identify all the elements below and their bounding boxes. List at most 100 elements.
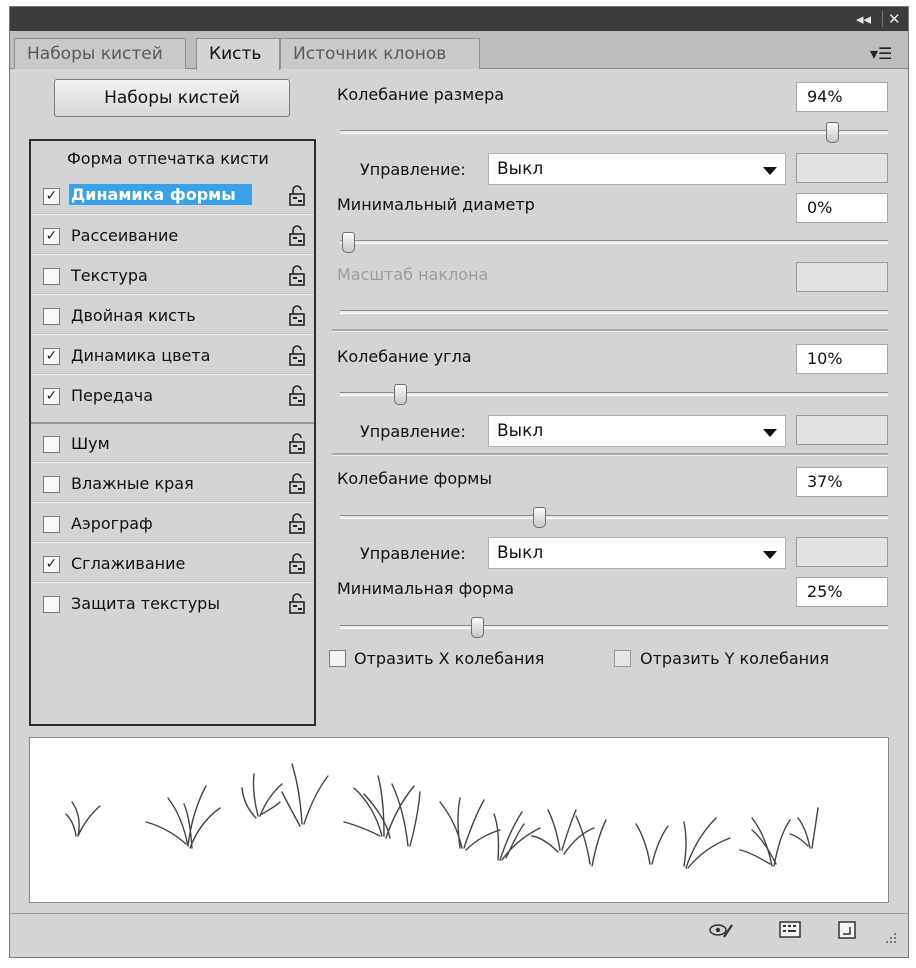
- option-protect-texture[interactable]: Защита текстуры: [31, 587, 314, 623]
- lock-icon[interactable]: [288, 593, 308, 615]
- option-transfer[interactable]: ✓ Передача: [31, 379, 314, 415]
- resize-grip-icon[interactable]: [880, 927, 898, 945]
- option-checkbox[interactable]: [43, 596, 60, 613]
- tilt-scale-field: [796, 262, 888, 292]
- brush-panel: ◂◂ ✕ Наборы кистей Кисть Источник клонов…: [9, 6, 909, 958]
- min-roundness-value[interactable]: 25%: [796, 577, 888, 607]
- min-diameter-slider[interactable]: [340, 232, 888, 253]
- flip-y-label: Отразить Y колебания: [640, 649, 830, 668]
- lock-icon[interactable]: [288, 345, 308, 367]
- flip-x-checkbox[interactable]: [329, 650, 346, 667]
- roundness-jitter-label: Колебание формы: [337, 469, 493, 488]
- lock-icon[interactable]: [288, 385, 308, 407]
- lock-icon[interactable]: [288, 305, 308, 327]
- new-preset-icon[interactable]: [834, 919, 860, 941]
- double-chevron-left-icon[interactable]: ◂◂: [856, 9, 871, 29]
- roundness-jitter-slider[interactable]: [340, 507, 888, 528]
- roundness-control-field[interactable]: [796, 537, 888, 567]
- row-divider: [31, 253, 314, 255]
- tab-brush-presets[interactable]: Наборы кистей: [14, 38, 186, 69]
- lock-icon[interactable]: [288, 225, 308, 247]
- panel-menu-icon[interactable]: ▾☰: [870, 44, 892, 63]
- tab-label: Источник клонов: [293, 44, 447, 64]
- flip-x-label: Отразить X колебания: [354, 649, 545, 668]
- lock-icon[interactable]: [288, 513, 308, 535]
- slider-thumb[interactable]: [470, 617, 484, 638]
- option-airbrush[interactable]: Аэрограф: [31, 507, 314, 543]
- slider-thumb[interactable]: [393, 384, 407, 405]
- slider-thumb[interactable]: [532, 507, 546, 528]
- roundness-control-select[interactable]: Выкл: [488, 537, 786, 569]
- option-checkbox[interactable]: [43, 308, 60, 325]
- tilt-scale-slider: [340, 310, 888, 314]
- size-jitter-label: Колебание размера: [337, 85, 505, 104]
- option-label: Шум: [71, 434, 110, 453]
- flip-y-checkbox[interactable]: [614, 650, 631, 667]
- brush-presets-button[interactable]: Наборы кистей: [54, 79, 290, 117]
- row-divider: [31, 213, 314, 215]
- option-label: Динамика формы: [69, 184, 252, 205]
- min-roundness-slider[interactable]: [340, 617, 888, 638]
- brush-tip-shape-item[interactable]: Форма отпечатка кисти: [67, 149, 269, 168]
- size-control-field[interactable]: [796, 153, 888, 183]
- angle-control-field[interactable]: [796, 415, 888, 445]
- brush-options-list: Форма отпечатка кисти ✓ Динамика формы ✓…: [29, 139, 316, 726]
- option-checkbox[interactable]: [43, 268, 60, 285]
- lock-icon[interactable]: [288, 265, 308, 287]
- tilt-scale-label: Масштаб наклона: [337, 265, 489, 284]
- size-control-select[interactable]: Выкл: [488, 153, 786, 185]
- tab-clone-source[interactable]: Источник клонов: [280, 38, 480, 69]
- option-checkbox[interactable]: [43, 436, 60, 453]
- option-scattering[interactable]: ✓ Рассеивание: [31, 219, 314, 255]
- option-color-dynamics[interactable]: ✓ Динамика цвета: [31, 339, 314, 375]
- angle-control-select[interactable]: Выкл: [488, 415, 786, 447]
- section-divider: [332, 329, 888, 332]
- slider-thumb[interactable]: [342, 232, 355, 253]
- brush-panel-icon[interactable]: [778, 919, 804, 941]
- option-checkbox[interactable]: ✓: [43, 188, 60, 205]
- min-diameter-value[interactable]: 0%: [796, 193, 888, 223]
- close-icon[interactable]: ✕: [888, 9, 901, 29]
- option-shape-dynamics[interactable]: ✓ Динамика формы: [31, 179, 314, 215]
- option-checkbox[interactable]: ✓: [43, 228, 60, 245]
- row-divider: [31, 501, 314, 503]
- row-divider: [31, 293, 314, 295]
- lock-icon[interactable]: [288, 433, 308, 455]
- option-checkbox[interactable]: ✓: [43, 348, 60, 365]
- row-divider: [31, 541, 314, 543]
- roundness-jitter-value[interactable]: 37%: [796, 467, 888, 497]
- option-checkbox[interactable]: [43, 516, 60, 533]
- option-smoothing[interactable]: ✓ Сглаживание: [31, 547, 314, 583]
- lock-icon[interactable]: [288, 473, 308, 495]
- angle-jitter-slider[interactable]: [340, 384, 888, 405]
- option-group-divider: [31, 422, 314, 424]
- lock-icon[interactable]: [288, 553, 308, 575]
- panel-titlebar: ◂◂ ✕: [10, 7, 908, 31]
- slider-thumb[interactable]: [826, 122, 840, 143]
- min-diameter-label: Минимальный диаметр: [337, 195, 535, 214]
- brush-stroke-image: [65, 763, 819, 869]
- size-jitter-value[interactable]: 94%: [796, 82, 888, 112]
- tab-label: Наборы кистей: [27, 44, 163, 64]
- angle-jitter-value[interactable]: 10%: [796, 344, 888, 374]
- option-label: Аэрограф: [71, 514, 153, 533]
- section-divider: [332, 453, 888, 456]
- row-divider: [31, 333, 314, 335]
- option-texture[interactable]: Текстура: [31, 259, 314, 295]
- option-checkbox[interactable]: ✓: [43, 556, 60, 573]
- tab-brush[interactable]: Кисть: [196, 38, 280, 70]
- chevron-down-icon: [763, 429, 777, 437]
- select-value: Выкл: [497, 159, 544, 179]
- option-label: Сглаживание: [71, 554, 186, 573]
- option-checkbox[interactable]: ✓: [43, 388, 60, 405]
- eye-brush-icon[interactable]: [708, 919, 734, 941]
- lock-icon[interactable]: [288, 185, 308, 207]
- option-noise[interactable]: Шум: [31, 427, 314, 463]
- size-jitter-slider[interactable]: [340, 122, 888, 143]
- option-dual-brush[interactable]: Двойная кисть: [31, 299, 314, 335]
- option-checkbox[interactable]: [43, 476, 60, 493]
- option-label: Влажные края: [71, 474, 194, 493]
- angle-jitter-label: Колебание угла: [337, 347, 472, 366]
- tab-bar: Наборы кистей Кисть Источник клонов ▾☰: [10, 31, 908, 70]
- option-wet-edges[interactable]: Влажные края: [31, 467, 314, 503]
